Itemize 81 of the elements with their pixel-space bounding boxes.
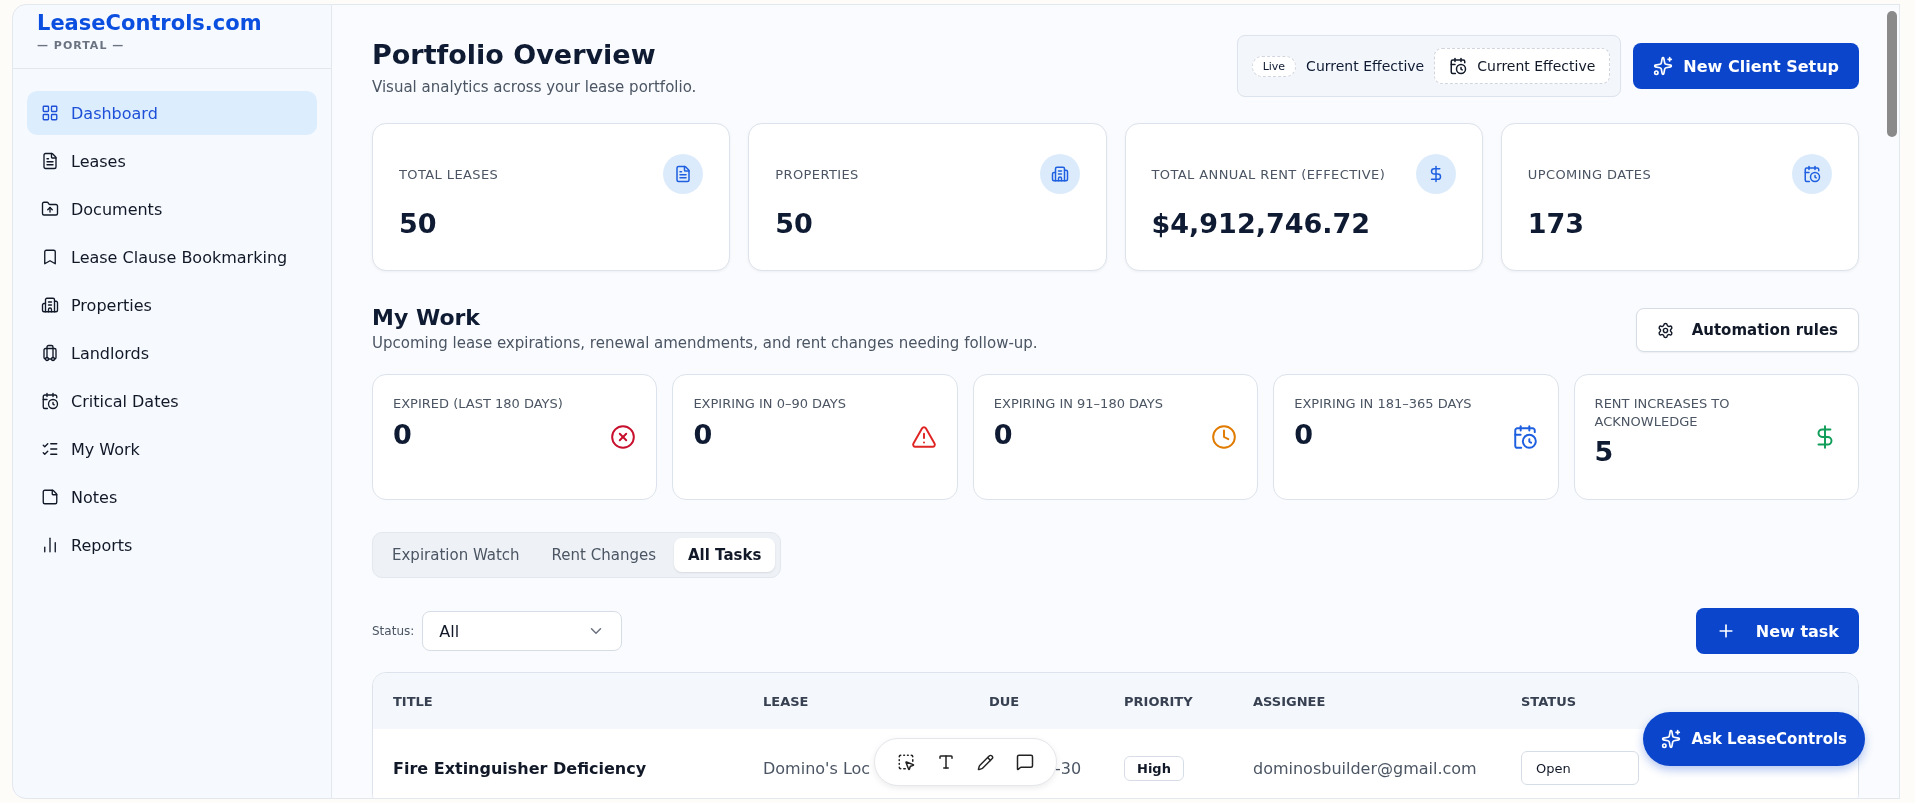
building-icon [41, 296, 59, 314]
tab[interactable]: All Tasks [674, 538, 776, 572]
work-value: 0 [1294, 418, 1314, 450]
page-subtitle: Visual analytics across your lease portfolio. [372, 78, 697, 96]
table-cell: Domino's Loc [763, 758, 871, 778]
tab[interactable]: Rent Changes [537, 538, 670, 572]
table-cell: dominosbuilder@gmail.com [1253, 758, 1477, 778]
sidebar-item[interactable]: Documents [27, 187, 317, 231]
table-cell: -30 [1055, 758, 1082, 778]
status-select[interactable]: All [422, 611, 623, 651]
checklist-icon [41, 440, 59, 458]
grid-icon [41, 104, 59, 122]
folder-upload-icon [41, 200, 59, 218]
column-header: TITLE [393, 693, 434, 709]
section-title: My Work [372, 305, 481, 330]
stat-value: 173 [1527, 208, 1586, 239]
sidebar-item[interactable]: Landlords [27, 331, 317, 375]
column-header: ASSIGNEE [1253, 693, 1327, 709]
brand-name: LeaseControls.com [37, 11, 263, 35]
note-icon [41, 488, 59, 506]
priority-badge: High [1124, 755, 1184, 781]
sidebar-item[interactable]: Lease Clause Bookmarking [27, 235, 317, 279]
stat-label: UPCOMING DATES [1527, 166, 1652, 182]
document-icon [41, 152, 59, 170]
table-cell: Fire Extinguisher Deficiency [393, 758, 647, 778]
dollar-icon [1415, 154, 1456, 194]
column-header: LEASE [763, 693, 810, 709]
sidebar-item[interactable]: Notes [27, 475, 317, 519]
settings-icon [1656, 321, 1674, 339]
stat-label: TOTAL LEASES [399, 166, 499, 182]
suitcase-icon [41, 344, 59, 362]
column-header: PRIORITY [1124, 693, 1194, 709]
live-badge: Live [1251, 55, 1297, 77]
work-label: RENT INCREASES TO ACKNOWLEDGE [1594, 395, 1731, 431]
sidebar-item[interactable]: My Work [27, 427, 317, 471]
sidebar-item[interactable]: Critical Dates [27, 379, 317, 423]
work-label: EXPIRING IN 181–365 DAYS [1294, 395, 1472, 413]
new-task-button[interactable]: New task [1695, 608, 1859, 654]
text-icon[interactable] [937, 753, 955, 771]
work-value: 5 [1594, 436, 1615, 468]
page-title: Portfolio Overview [372, 39, 657, 70]
section-subtitle: Upcoming lease expirations, renewal amendments, and rent changes needing follow-up. [372, 334, 1038, 352]
comment-icon[interactable] [1016, 753, 1034, 771]
work-value: 0 [693, 418, 714, 450]
calendar-clock-icon [41, 392, 59, 410]
stat-label: PROPERTIES [775, 166, 859, 182]
sparkles-icon [1653, 56, 1674, 76]
pencil-icon[interactable] [977, 753, 994, 771]
tab[interactable]: Expiration Watch [378, 538, 534, 572]
sidebar-item[interactable]: Properties [27, 283, 317, 327]
status-filter-label: Status: [372, 624, 415, 638]
stat-value: $4,912,746.72 [1151, 208, 1372, 239]
sparkles-icon [1661, 729, 1682, 749]
work-value: 0 [993, 418, 1014, 450]
stat-value: 50 [399, 208, 438, 239]
column-header: STATUS [1521, 693, 1578, 709]
sidebar-item[interactable]: Dashboard [27, 91, 317, 135]
stat-label: TOTAL ANNUAL RENT (EFFECTIVE) [1151, 166, 1386, 182]
brand-subtitle: — PORTAL — [37, 39, 126, 52]
sidebar-item[interactable]: Reports [27, 523, 317, 567]
bar-chart-icon [41, 536, 59, 554]
document-icon [663, 154, 704, 194]
scrollbar-thumb[interactable] [1887, 11, 1897, 137]
work-label: EXPIRING IN 0–90 DAYS [693, 395, 846, 413]
work-label: EXPIRED (LAST 180 DAYS) [393, 395, 563, 413]
scope-label: Current Effective [1306, 58, 1425, 74]
work-value: 0 [393, 418, 413, 450]
selection-icon[interactable] [897, 753, 915, 771]
calendar-clock-icon [1449, 57, 1468, 75]
calendar-clock-icon [1792, 154, 1832, 194]
automation-rules-button[interactable]: Automation rules [1635, 308, 1859, 352]
scope-button[interactable]: Current Effective [1434, 48, 1611, 84]
sidebar-item[interactable]: Leases [27, 139, 317, 183]
building-icon [1039, 154, 1080, 194]
bookmark-icon [41, 248, 59, 266]
new-client-setup-button[interactable]: New Client Setup [1633, 43, 1859, 89]
work-label: EXPIRING IN 91–180 DAYS [993, 395, 1163, 413]
ask-assistant-button[interactable]: Ask LeaseControls [1643, 712, 1865, 766]
column-header: DUE [989, 693, 1021, 709]
status-dropdown[interactable]: Open [1521, 751, 1639, 785]
stat-value: 50 [775, 208, 814, 239]
